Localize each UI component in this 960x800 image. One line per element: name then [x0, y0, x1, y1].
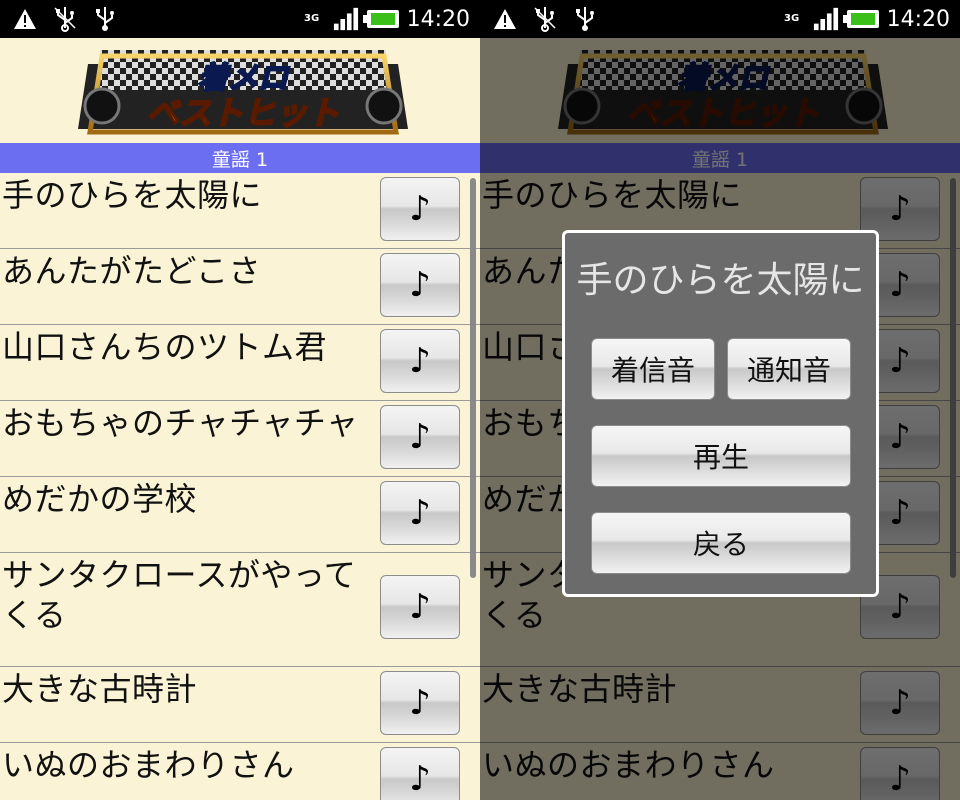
clock: 14:20 — [886, 6, 950, 32]
preview-button[interactable]: ♪ — [380, 671, 460, 735]
preview-button[interactable]: ♪ — [380, 747, 460, 800]
status-notifications — [12, 4, 118, 34]
status-bar: 3G 14:20 — [0, 0, 480, 38]
scrollbar[interactable] — [470, 178, 476, 578]
preview-button[interactable]: ♪ — [380, 253, 460, 317]
set-ringtone-button[interactable]: 着信音 — [591, 338, 715, 400]
song-title: サンタクロースがやってくる — [2, 556, 357, 634]
song-title: 手のひらを太陽に — [2, 176, 263, 214]
category-header: 童謡 1 — [0, 143, 480, 173]
song-title: 山口さんちのツトム君 — [2, 328, 328, 366]
list-item[interactable]: 山口さんちのツトム君 ♪ — [0, 325, 480, 401]
list-item[interactable]: あんたがたどこさ ♪ — [0, 249, 480, 325]
list-item[interactable]: 大きな古時計 ♪ — [0, 667, 480, 743]
dialog-title: 手のひらを太陽に — [576, 260, 865, 301]
preview-button[interactable]: ♪ — [380, 177, 460, 241]
logo-line2: ベストヒット — [147, 94, 340, 132]
list-item[interactable]: いぬのおまわりさん ♪ — [0, 743, 480, 800]
usb-icon — [92, 6, 118, 32]
app-banner: 着メロ ベストヒット — [0, 38, 480, 143]
warning-icon — [12, 6, 38, 32]
back-button[interactable]: 戻る — [591, 512, 851, 574]
status-notifications — [492, 4, 598, 34]
logo-line1: 着メロ — [198, 61, 290, 96]
network-type-indicator: 3G — [304, 13, 320, 24]
screen-list: 3G 14:20 着メロ ベストヒット 童謡 1 手のひらを太陽に ♪ あんたが… — [0, 0, 480, 800]
song-list: 手のひらを太陽に ♪ あんたがたどこさ ♪ 山口さんちのツトム君 ♪ おもちゃの… — [0, 173, 480, 800]
song-title: 大きな古時計 — [2, 670, 198, 708]
song-title: いぬのおまわりさん — [2, 746, 295, 784]
song-title: おもちゃのチャチャチャ — [2, 404, 359, 442]
clock: 14:20 — [406, 6, 470, 32]
screens: 3G 14:20 着メロ ベストヒット 童謡 1 手のひらを太陽に ♪ あんたが… — [0, 0, 960, 800]
signal-icon — [333, 6, 359, 32]
list-item[interactable]: サンタクロースがやってくる ♪ — [0, 553, 480, 667]
song-action-dialog: 手のひらを太陽に 着信音 通知音 再生 戻る — [562, 230, 879, 597]
preview-button[interactable]: ♪ — [380, 405, 460, 469]
preview-button[interactable]: ♪ — [380, 575, 460, 639]
usb-debug-icon — [52, 6, 78, 32]
app-logo: 着メロ ベストヒット — [78, 50, 408, 135]
signal-icon — [813, 6, 839, 32]
status-system: 3G 14:20 — [779, 3, 950, 35]
screen-dialog: 3G 14:20 着メロ ベストヒット 童謡 1 手のひらを — [480, 0, 960, 800]
status-system: 3G 14:20 — [299, 3, 470, 35]
list-item[interactable]: めだかの学校 ♪ — [0, 477, 480, 553]
set-notification-button[interactable]: 通知音 — [727, 338, 851, 400]
warning-icon — [492, 6, 518, 32]
usb-debug-icon — [532, 6, 558, 32]
usb-icon — [572, 6, 598, 32]
song-title: あんたがたどこさ — [2, 252, 262, 290]
song-title: めだかの学校 — [2, 480, 198, 518]
preview-button[interactable]: ♪ — [380, 329, 460, 393]
battery-icon — [362, 10, 399, 28]
preview-button[interactable]: ♪ — [380, 481, 460, 545]
network-type-indicator: 3G — [784, 13, 800, 24]
list-item[interactable]: おもちゃのチャチャチャ ♪ — [0, 401, 480, 477]
play-button[interactable]: 再生 — [591, 425, 851, 487]
status-bar: 3G 14:20 — [480, 0, 960, 38]
battery-icon — [842, 10, 879, 28]
list-item[interactable]: 手のひらを太陽に ♪ — [0, 173, 480, 249]
